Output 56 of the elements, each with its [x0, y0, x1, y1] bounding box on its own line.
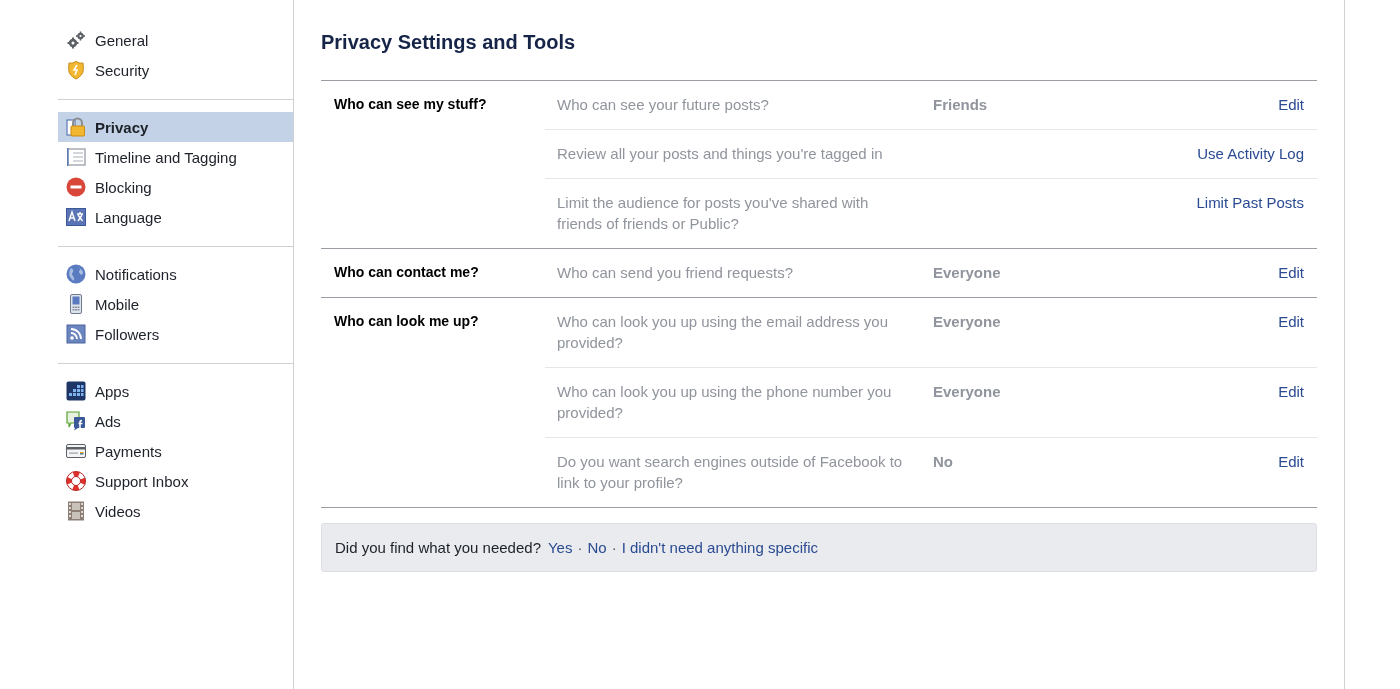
section-heading: Who can look me up? — [333, 312, 480, 331]
sidebar-item[interactable]: Timeline and Tagging — [58, 142, 293, 172]
action-link[interactable]: Edit — [1278, 94, 1304, 115]
feedback-prompt: Did you find what you needed? — [335, 539, 541, 556]
globe-icon — [66, 264, 86, 284]
separator-dot: · — [611, 539, 617, 556]
section-heading: Who can contact me? — [333, 263, 480, 282]
sidebar-item[interactable]: Mobile — [58, 289, 293, 319]
setting-value: Everyone — [933, 312, 1002, 332]
section-heading: Who can see my stuff? — [333, 95, 488, 114]
apps-grid-icon — [66, 381, 86, 401]
action-link[interactable]: Edit — [1278, 262, 1304, 283]
lifebuoy-icon — [66, 471, 86, 491]
sidebar-item[interactable]: Followers — [58, 319, 293, 349]
no-entry-icon — [66, 177, 86, 197]
feedback-link[interactable]: No — [587, 539, 607, 556]
setting-question: Who can send you friend requests? — [556, 263, 794, 283]
setting-question: Who can see your future posts? — [556, 95, 770, 115]
sidebar-item[interactable]: Ads — [58, 406, 293, 436]
setting-value: Friends — [933, 95, 989, 115]
film-strip-icon — [66, 501, 86, 521]
rss-icon — [66, 324, 86, 344]
sidebar-item[interactable]: Notifications — [58, 259, 293, 289]
speech-bubble-icon — [66, 411, 86, 431]
sidebar-item[interactable]: Apps — [58, 376, 293, 406]
list-window-icon — [66, 147, 86, 167]
page-title: Privacy Settings and Tools — [321, 30, 577, 54]
action-link[interactable]: Edit — [1278, 381, 1304, 402]
sidebar-item[interactable]: Language — [58, 202, 293, 232]
padlock-icon — [66, 117, 86, 137]
translate-icon — [66, 207, 86, 227]
sidebar-item[interactable]: Security — [58, 55, 293, 85]
shield-icon — [66, 60, 86, 80]
sidebar-item[interactable]: Privacy — [58, 112, 293, 142]
action-link[interactable]: Limit Past Posts — [1196, 192, 1304, 213]
setting-question: Review all your posts and things you're tagged in — [556, 144, 884, 164]
setting-question: Who can look you up using the email address you provided? — [556, 312, 890, 353]
setting-question: Do you want search engines outside of Facebook to link to your profile? — [556, 452, 904, 493]
action-link[interactable]: Edit — [1278, 311, 1304, 332]
sidebar-item[interactable]: Payments — [58, 436, 293, 466]
action-link[interactable]: Edit — [1278, 451, 1304, 472]
action-link[interactable]: Use Activity Log — [1197, 143, 1304, 164]
credit-card-icon — [66, 441, 86, 461]
feedback-link[interactable]: I didn't need anything specific — [621, 539, 818, 556]
gears-icon — [66, 30, 86, 50]
feedback-link[interactable]: Yes — [548, 539, 573, 556]
setting-value: No — [933, 452, 954, 472]
setting-value: Everyone — [933, 382, 1002, 402]
setting-value: Everyone — [933, 263, 1002, 283]
setting-question: Limit the audience for posts you've shared with friends of friends or Public? — [556, 193, 870, 234]
setting-question: Who can look you up using the phone number you provided? — [556, 382, 893, 423]
sidebar-item[interactable]: Support Inbox — [58, 466, 293, 496]
sidebar-item[interactable]: Videos — [58, 496, 293, 526]
separator-dot: · — [577, 539, 583, 556]
sidebar-item[interactable]: Blocking — [58, 172, 293, 202]
sidebar-item[interactable]: General — [58, 25, 293, 55]
